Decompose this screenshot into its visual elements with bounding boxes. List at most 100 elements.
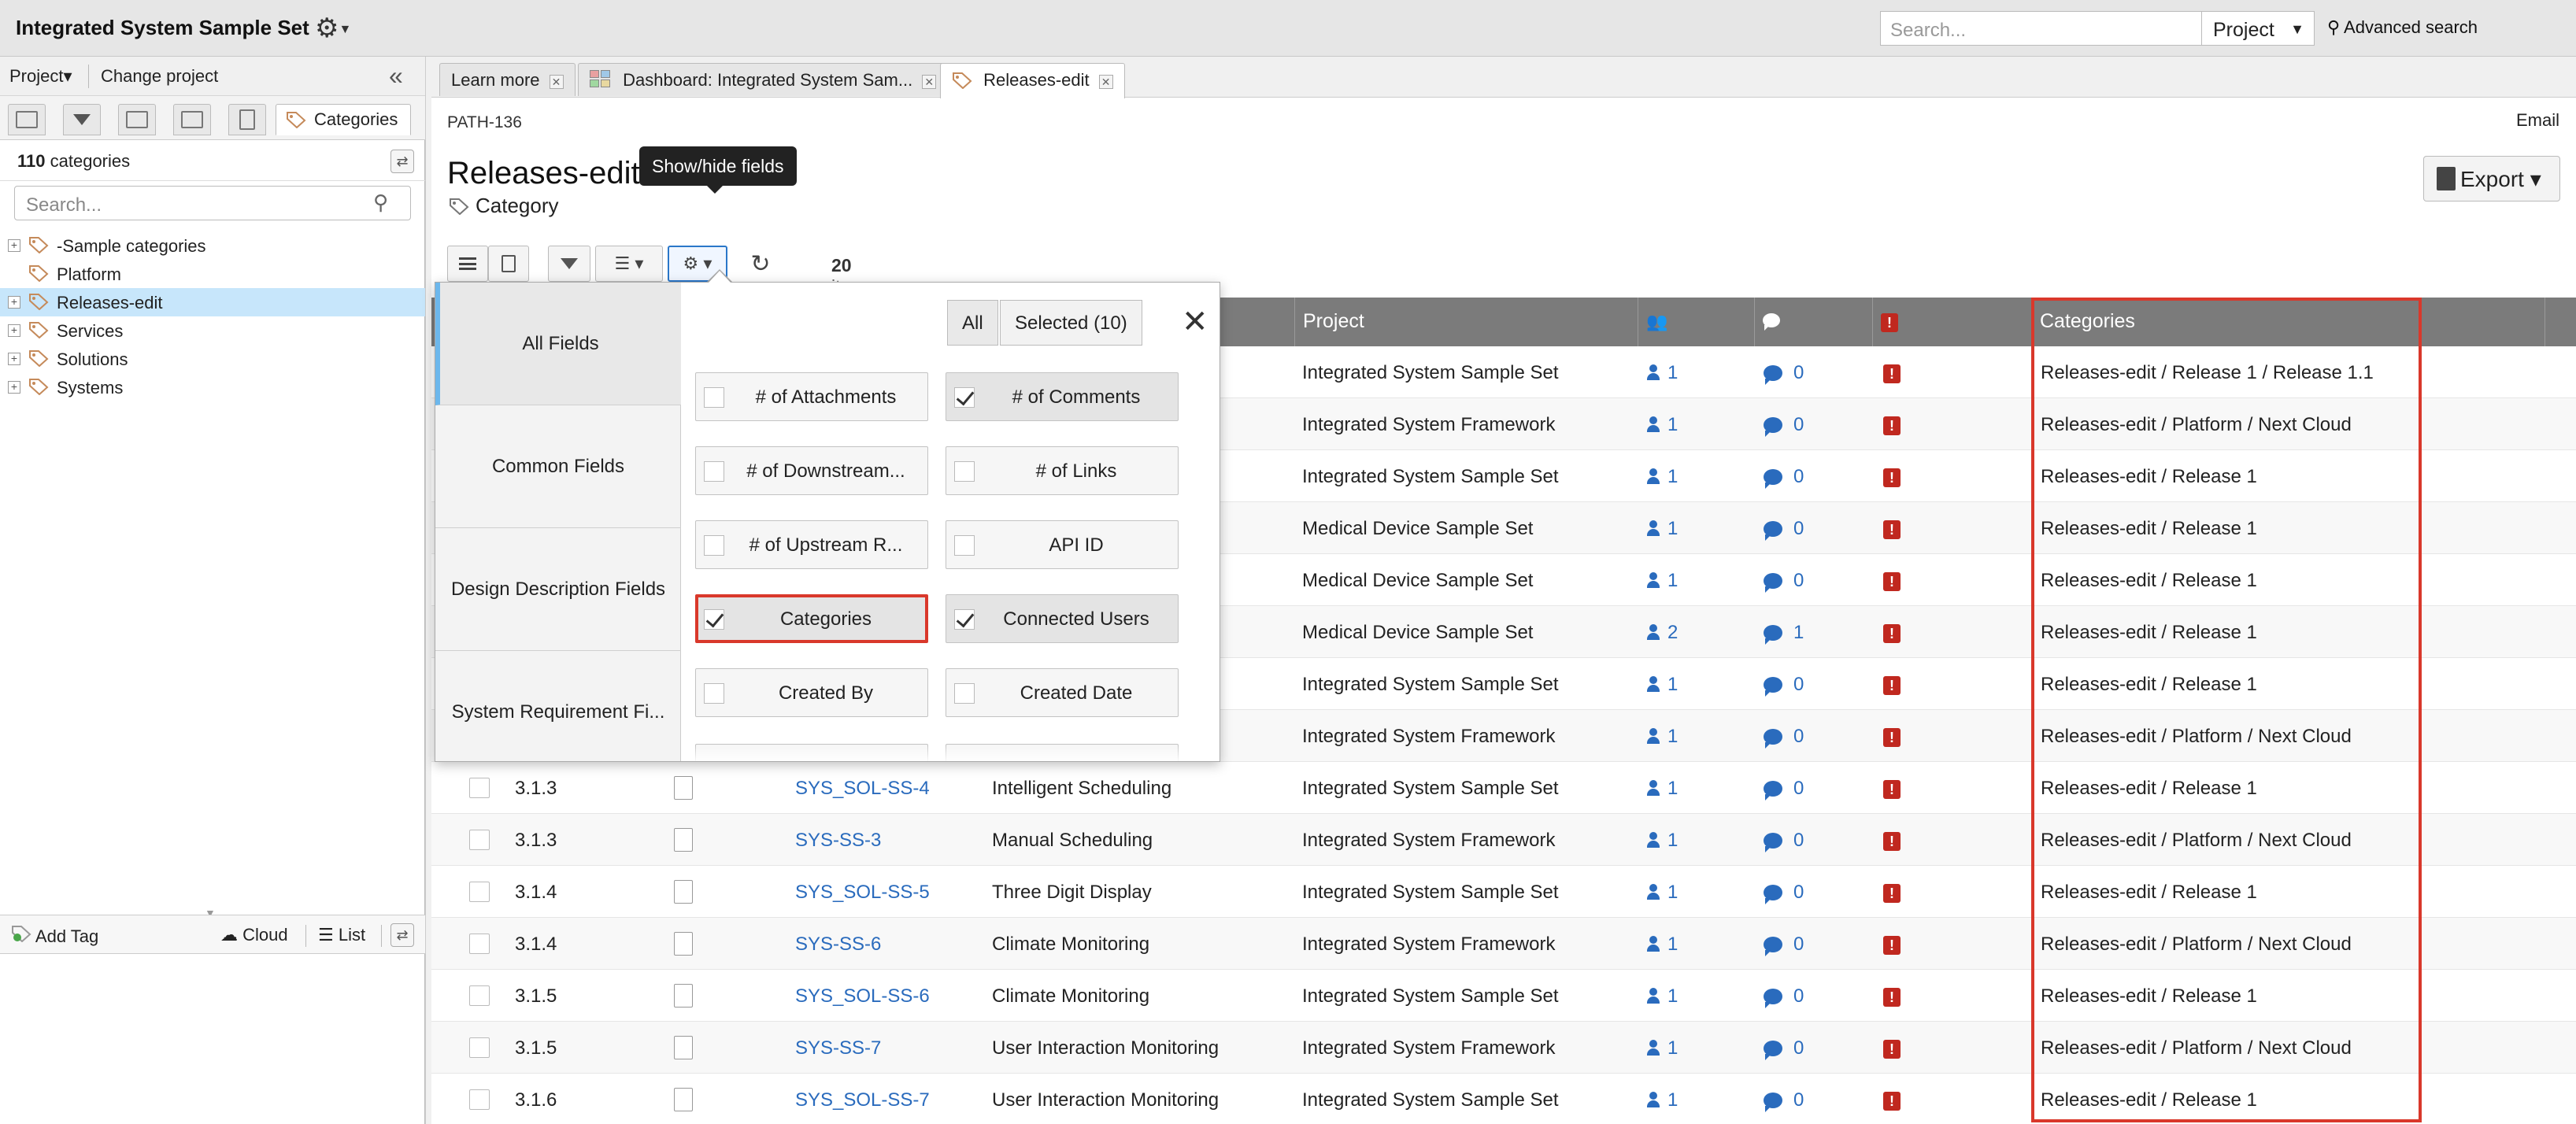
field-checkbox[interactable]	[704, 683, 724, 704]
row-users[interactable]: 1	[1647, 934, 1678, 956]
row-alert[interactable]: !	[1883, 362, 1901, 384]
field-checkbox[interactable]	[954, 609, 975, 630]
global-search-input[interactable]: Search...	[1880, 11, 2201, 46]
row-comments[interactable]: 0	[1764, 466, 1804, 489]
row-comments[interactable]: 0	[1764, 414, 1804, 437]
expand-icon[interactable]: +	[8, 296, 20, 309]
tab-filters[interactable]	[63, 104, 101, 135]
row-comments[interactable]: 0	[1764, 674, 1804, 697]
field-checkbox[interactable]	[954, 683, 975, 704]
row-checkbox[interactable]	[469, 830, 490, 850]
row-checkbox[interactable]	[469, 985, 490, 1006]
change-project-link[interactable]: Change project	[101, 66, 218, 87]
row-id-link[interactable]: SYS-SS-6	[795, 934, 881, 956]
row-users[interactable]: 1	[1647, 362, 1678, 384]
all-fields-filter-button[interactable]: All	[947, 300, 998, 346]
table-row[interactable]: 3.1.4 SYS_SOL-SS-5 Three Digit Display Inte…	[431, 866, 2576, 918]
field-option[interactable]: # of Downstream...	[695, 446, 928, 495]
table-row[interactable]: 3.1.5 SYS_SOL-SS-6 Climate Monitoring Integ…	[431, 970, 2576, 1022]
row-alert[interactable]: !	[1883, 674, 1901, 696]
field-checkbox[interactable]	[704, 387, 724, 408]
refresh-icon[interactable]: ⇄	[390, 150, 414, 173]
row-comments[interactable]: 0	[1764, 830, 1804, 852]
field-checkbox[interactable]	[954, 461, 975, 482]
category-search-input[interactable]: Search...	[14, 186, 411, 220]
tab-window[interactable]	[173, 104, 211, 135]
field-checkbox[interactable]	[704, 535, 724, 556]
expand-icon[interactable]: +	[8, 381, 20, 394]
close-icon[interactable]: ✕	[922, 75, 937, 89]
panel-splitter[interactable]	[425, 57, 431, 1124]
row-comments[interactable]: 0	[1764, 985, 1804, 1008]
search-icon[interactable]: ⚲	[373, 190, 388, 215]
field-category-all[interactable]: All Fields	[435, 283, 681, 405]
list-view-button[interactable]: ☰ List	[318, 925, 365, 945]
collapse-panel-icon[interactable]: «	[389, 61, 403, 91]
expand-icon[interactable]: +	[8, 353, 20, 365]
row-users[interactable]: 1	[1647, 985, 1678, 1008]
tab-releases-edit[interactable]: Releases-edit ✕	[940, 63, 1125, 98]
column-header-project[interactable]: Project	[1294, 298, 1638, 346]
row-comments[interactable]: 0	[1764, 778, 1804, 800]
tree-item[interactable]: + Releases-edit	[0, 288, 425, 316]
row-users[interactable]: 1	[1647, 466, 1678, 488]
row-alert[interactable]: !	[1883, 570, 1901, 592]
tab-learn-more[interactable]: Learn more ✕	[439, 63, 576, 96]
row-users[interactable]: 1	[1647, 726, 1678, 748]
row-alert[interactable]: !	[1883, 830, 1901, 852]
row-users[interactable]: 1	[1647, 882, 1678, 904]
field-option[interactable]: # of Links	[946, 446, 1179, 495]
tree-item[interactable]: + Systems	[0, 373, 425, 401]
tab-calendar[interactable]	[118, 104, 156, 135]
row-comments[interactable]: 0	[1764, 726, 1804, 749]
selected-fields-filter-button[interactable]: Selected (10)	[1000, 300, 1142, 346]
field-category-design-description[interactable]: Design Description Fields	[435, 528, 681, 651]
row-users[interactable]: 1	[1647, 518, 1678, 540]
field-option[interactable]: Created By	[695, 668, 928, 717]
row-checkbox[interactable]	[469, 882, 490, 902]
field-option[interactable]: # of Comments	[946, 372, 1179, 421]
row-alert[interactable]: !	[1883, 1089, 1901, 1111]
row-alert[interactable]: !	[1883, 934, 1901, 956]
field-option[interactable]: Created Date	[946, 668, 1179, 717]
row-users[interactable]: 1	[1647, 778, 1678, 800]
field-option[interactable]: Connected Users	[946, 594, 1179, 643]
sort-button[interactable]: ☰ ▾	[595, 246, 663, 282]
cloud-view-button[interactable]: ☁ Cloud	[220, 925, 288, 945]
row-alert[interactable]: !	[1883, 726, 1901, 748]
project-menu[interactable]: Project▾	[9, 66, 72, 87]
row-alert[interactable]: !	[1883, 985, 1901, 1008]
expand-icon[interactable]: +	[8, 324, 20, 337]
table-row[interactable]: 3.1.3 SYS_SOL-SS-4 Intelligent Scheduling I…	[431, 762, 2576, 814]
tab-explorer[interactable]	[8, 104, 46, 135]
field-option[interactable]: Categories	[695, 594, 928, 643]
row-checkbox[interactable]	[469, 934, 490, 954]
close-icon[interactable]: ✕	[549, 75, 564, 89]
advanced-search-link[interactable]: ⚲ Advanced search	[2327, 17, 2478, 38]
row-users[interactable]: 1	[1647, 1089, 1678, 1111]
row-id-link[interactable]: SYS-SS-7	[795, 1037, 881, 1059]
document-view-button[interactable]	[488, 246, 529, 282]
row-users[interactable]: 1	[1647, 414, 1678, 436]
row-checkbox[interactable]	[469, 778, 490, 798]
column-header-categories[interactable]: Categories	[2031, 298, 2516, 346]
row-users[interactable]: 2	[1647, 622, 1678, 644]
add-tag-button[interactable]: Add Tag	[11, 925, 98, 947]
row-alert[interactable]: !	[1883, 882, 1901, 904]
email-link[interactable]: Email	[2516, 110, 2559, 131]
search-scope-select[interactable]: Project ▼	[2201, 11, 2315, 46]
field-checkbox[interactable]	[954, 535, 975, 556]
row-alert[interactable]: !	[1883, 518, 1901, 540]
row-users[interactable]: 1	[1647, 570, 1678, 592]
column-header-users[interactable]: 👥	[1638, 298, 1754, 346]
field-checkbox[interactable]	[704, 609, 724, 630]
table-row[interactable]: 3.1.6 SYS_SOL-SS-7 User Interaction Monito…	[431, 1074, 2576, 1124]
refresh-button[interactable]: ↻	[742, 246, 779, 282]
export-button[interactable]: Export ▾	[2423, 156, 2560, 202]
row-checkbox[interactable]	[469, 1089, 490, 1110]
close-icon[interactable]: ✕	[1182, 306, 1208, 338]
field-checkbox[interactable]	[954, 387, 975, 408]
row-comments[interactable]: 1	[1764, 622, 1804, 645]
column-header-alerts[interactable]: !	[1872, 298, 2030, 346]
expand-icon[interactable]: +	[8, 239, 20, 252]
